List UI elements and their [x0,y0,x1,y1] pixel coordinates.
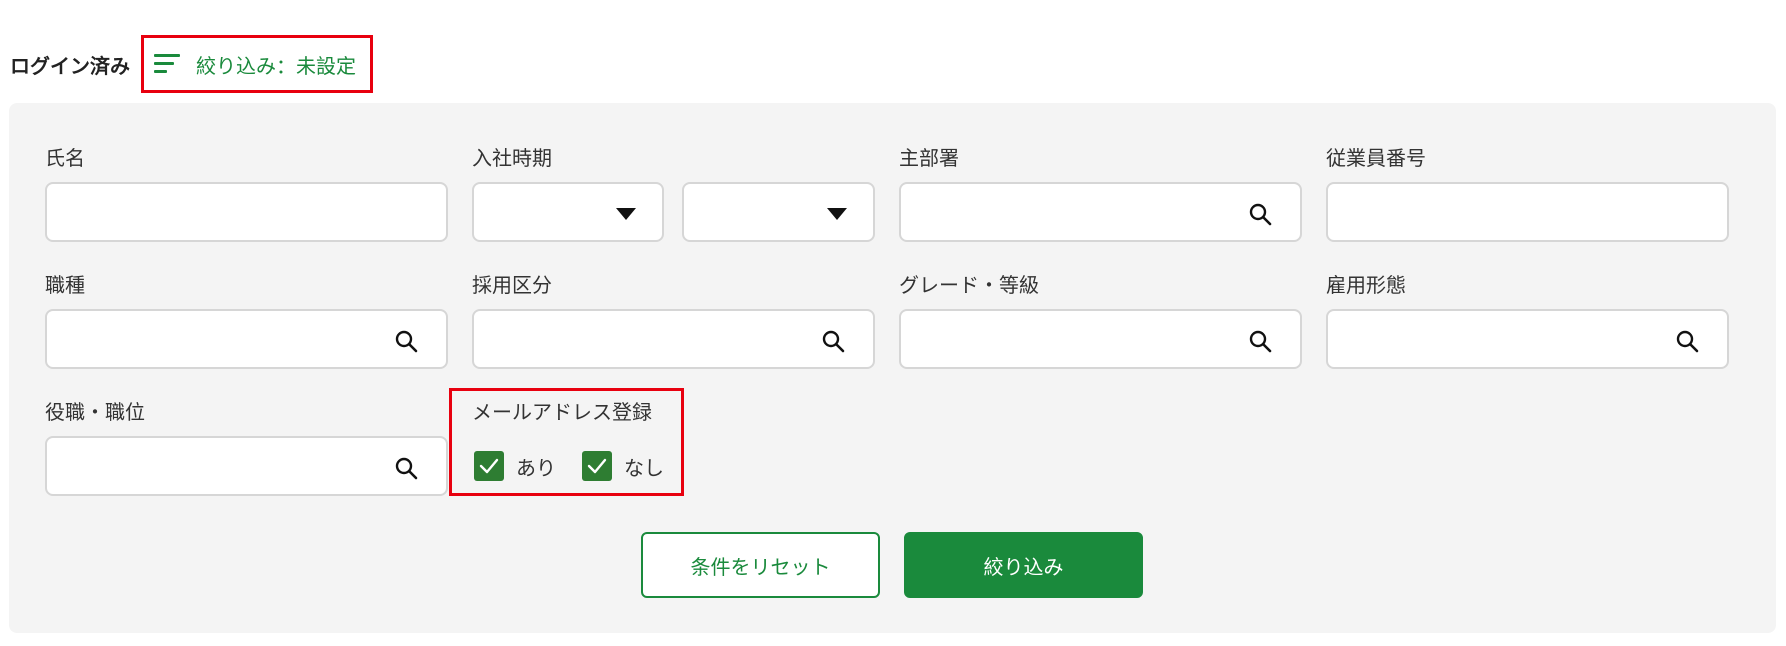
email-registration-label: メールアドレス登録 [472,400,652,424]
reset-button[interactable]: 条件をリセット [641,532,880,598]
check-icon [474,451,504,481]
search-icon[interactable] [1248,202,1272,226]
email-unregistered-label: なし [624,455,664,480]
name-label: 氏名 [45,146,85,170]
job-type-label: 職種 [45,273,85,297]
grade-label: グレード・等級 [899,273,1039,297]
filter-toggle-button[interactable]: 絞り込み：未設定 [141,35,373,93]
page-title: ログイン済み [10,54,130,78]
filter-lines-icon [154,52,182,76]
caret-down-icon [616,208,636,220]
caret-down-icon [827,208,847,220]
employment-type-label: 雇用形態 [1326,273,1406,297]
email-unregistered-checkbox[interactable]: なし [582,451,664,481]
email-registered-label: あり [516,455,556,480]
employee-number-input[interactable] [1326,182,1729,242]
employee-number-label: 従業員番号 [1326,146,1426,170]
apply-filter-button[interactable]: 絞り込み [904,532,1143,598]
email-registered-checkbox[interactable]: あり [474,451,556,481]
search-icon[interactable] [394,456,418,480]
hire-date-label: 入社時期 [472,146,552,170]
hire-date-month-select[interactable] [682,182,875,242]
name-input[interactable] [45,182,448,242]
job-type-input[interactable] [45,309,448,369]
check-icon [582,451,612,481]
hire-date-year-select[interactable] [472,182,664,242]
filter-toggle-label: 絞り込み：未設定 [196,53,356,78]
department-input[interactable] [899,182,1302,242]
search-icon[interactable] [1248,329,1272,353]
hiring-category-input[interactable] [472,309,875,369]
grade-input[interactable] [899,309,1302,369]
position-input[interactable] [45,436,448,496]
hiring-category-label: 採用区分 [472,273,552,297]
employment-type-input[interactable] [1326,309,1729,369]
department-label: 主部署 [899,146,959,170]
search-icon[interactable] [821,329,845,353]
search-icon[interactable] [394,329,418,353]
search-icon[interactable] [1675,329,1699,353]
position-label: 役職・職位 [45,400,145,424]
